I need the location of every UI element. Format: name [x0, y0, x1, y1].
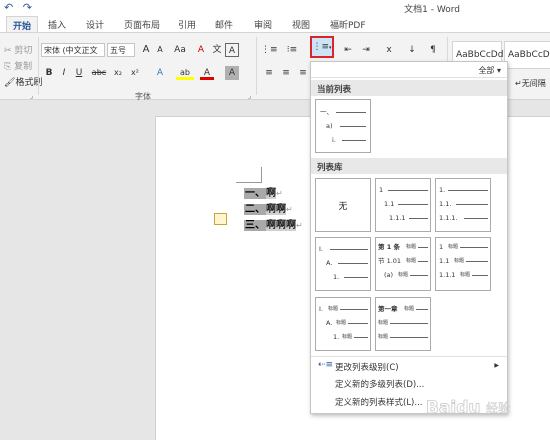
tab-home[interactable]: 开始 [6, 16, 39, 33]
cut-button[interactable]: ✂ 剪切 [4, 43, 32, 56]
menu-divider [311, 356, 507, 357]
tab-page-layout[interactable]: 页面布局 [124, 18, 160, 31]
underline-button[interactable]: U [73, 66, 85, 80]
enclose-char-button[interactable]: A [225, 43, 239, 57]
clear-format-button[interactable]: A [194, 43, 208, 57]
font-launcher-icon[interactable]: ⌟ [248, 92, 251, 100]
format-painter-button[interactable]: 🖌格式刷 [4, 75, 42, 88]
change-case-button[interactable]: Aa [170, 43, 190, 57]
baidu-watermark-logo: Baidu 经验 [426, 398, 511, 419]
tab-references[interactable]: 引用 [178, 18, 196, 31]
tab-view[interactable]: 视图 [292, 18, 310, 31]
bullets-icon[interactable]: ⋮≡ [261, 43, 278, 57]
group-separator [38, 37, 39, 95]
subscript-button[interactable]: x₂ [111, 66, 125, 80]
change-list-level-icon: ⇠≡ [318, 360, 334, 370]
list-style-article-section[interactable]: 第 1 条标题 节 1.01 标题 (a) 标题 [375, 237, 431, 291]
list-item[interactable]: 二、啊啊↵ [244, 200, 293, 215]
multilevel-list-menu: 全部 ▾ 当前列表 一、 a) i. 列表库 无 1 1.1 1.1.1 1. … [310, 61, 508, 414]
strikethrough-button[interactable]: abc [90, 66, 108, 80]
superscript-button[interactable]: x² [128, 66, 142, 80]
shrink-font-button[interactable]: A [154, 43, 166, 57]
list-library-header: 列表库 [311, 158, 507, 174]
tab-review[interactable]: 审阅 [254, 18, 272, 31]
decrease-indent-icon[interactable]: ⇤ [340, 43, 356, 57]
define-list-style-item[interactable]: 定义新的列表样式(L)... [335, 396, 422, 408]
increase-indent-icon[interactable]: ⇥ [358, 43, 374, 57]
list-style-heading-numeric[interactable]: 1 标题 1.1 标题 1.1.1 标题 [435, 237, 491, 291]
text-effects-button[interactable]: A [153, 66, 167, 80]
filter-dropdown[interactable]: 全部 ▾ [478, 65, 501, 76]
margin-corner-mark [261, 167, 262, 183]
menu-filter-bar: 全部 ▾ [311, 62, 507, 78]
paragraph-mark-icon: ↵ [286, 205, 293, 214]
align-left-icon[interactable]: ≡ [262, 66, 276, 80]
show-marks-icon[interactable]: ¶ [426, 43, 440, 57]
list-style-roman[interactable]: I. A. 1. [315, 237, 371, 291]
sort-icon[interactable]: ↓ [404, 43, 420, 57]
change-list-level-item[interactable]: 更改列表级别(C) [335, 361, 399, 373]
align-right-icon[interactable]: ≡ [296, 66, 310, 80]
asian-layout-icon[interactable]: ⅹ [380, 43, 398, 57]
list-style-none[interactable]: 无 [315, 178, 371, 232]
char-shading-button[interactable]: A [225, 66, 239, 80]
highlight-button[interactable]: ab [176, 66, 194, 80]
style-no-spacing[interactable]: ↵无间隔 [515, 77, 550, 91]
multilevel-list-button[interactable]: ⋮≡▾ [310, 36, 334, 58]
tab-foxit-pdf[interactable]: 福昕PDF [330, 18, 366, 31]
ribbon-tabs: 开始 插入 设计 页面布局 引用 邮件 审阅 视图 福昕PDF [0, 16, 550, 33]
paragraph-mark-icon: ↵ [276, 189, 283, 198]
tab-design[interactable]: 设计 [86, 18, 104, 31]
phonetic-guide-button[interactable]: 文 [210, 43, 224, 57]
svg-text:经验: 经验 [486, 400, 510, 415]
font-color-button[interactable]: A [200, 66, 214, 80]
list-style-numeric[interactable]: 1 1.1 1.1.1 [375, 178, 431, 232]
italic-button[interactable]: I [58, 66, 70, 80]
list-style-chapter[interactable]: 第一章 标题 标题 标题 [375, 297, 431, 351]
title-bar: ↶ ↷ 文档1 - Word [0, 0, 550, 16]
group-separator [256, 37, 257, 95]
margin-corner-mark [236, 182, 262, 183]
copy-button[interactable]: ⎘ 复制 [4, 59, 32, 72]
list-style-numeric-dot[interactable]: 1. 1.1. 1.1.1. [435, 178, 491, 232]
align-center-icon[interactable]: ≡ [279, 66, 293, 80]
submenu-arrow-icon: ▶ [494, 362, 499, 369]
tab-mailings[interactable]: 邮件 [215, 18, 233, 31]
font-size-select[interactable]: 五号 [107, 43, 135, 57]
current-list-tile[interactable]: 一、 a) i. [315, 99, 371, 153]
grow-font-button[interactable]: A [140, 43, 152, 57]
tab-insert[interactable]: 插入 [48, 18, 66, 31]
style-no-spacing-preview[interactable]: AaBbCcDd [504, 41, 550, 69]
define-multilevel-list-item[interactable]: 定义新的多级列表(D)... [335, 378, 424, 390]
paragraph-mark-icon: ↵ [296, 221, 303, 230]
font-name-select[interactable]: 宋体 (中文正文 [41, 43, 105, 57]
list-item[interactable]: 三、啊啊啊↵ [244, 216, 303, 231]
autocorrect-options-icon[interactable] [214, 213, 227, 225]
numbering-icon[interactable]: ⁝≡ [284, 43, 300, 57]
bold-button[interactable]: B [43, 66, 55, 80]
clipboard-launcher-icon[interactable]: ⌟ [30, 92, 33, 100]
window-title: 文档1 - Word [404, 5, 460, 15]
svg-text:Baidu: Baidu [426, 398, 481, 418]
current-list-header: 当前列表 [311, 80, 507, 96]
list-item[interactable]: 一、啊↵ [244, 184, 283, 199]
list-style-heading-roman[interactable]: I. 标题 A. 标题 1. 标题 [315, 297, 371, 351]
